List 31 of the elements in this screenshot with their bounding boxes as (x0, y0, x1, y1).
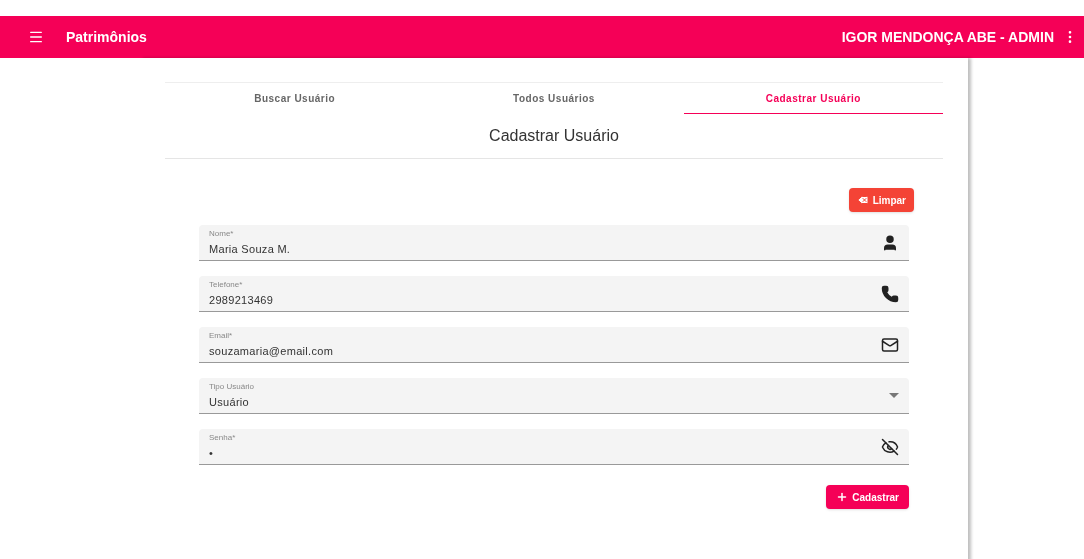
field-label: Tipo Usuário (209, 381, 256, 392)
tab[interactable]: Cadastrar Usuário (683, 83, 943, 114)
field-label: Telefone* (209, 279, 244, 290)
field-value: souzamaria@email.com (209, 343, 335, 359)
app-title: Patrimônios (66, 27, 147, 47)
field-value: Usuário (209, 394, 250, 410)
field-label: Email* (209, 330, 234, 341)
submit-button[interactable]: Cadastrar (826, 485, 909, 509)
field-label: Nome* (209, 228, 235, 239)
field-label: Senha* (209, 432, 237, 443)
person-icon (881, 233, 899, 252)
select-field[interactable]: Tipo Usuário Usuário (199, 378, 909, 414)
field-value: Maria Souza M. (209, 241, 292, 257)
clear-button[interactable]: Limpar (848, 188, 914, 212)
input-field[interactable]: Nome* Maria Souza M. (199, 225, 909, 261)
input-field[interactable]: Telefone* 2989213469 (199, 276, 909, 312)
tab[interactable]: Buscar Usuário (165, 83, 425, 114)
input-field[interactable]: Email* souzamaria@email.com (199, 327, 909, 363)
tab[interactable]: Todos Usuários (424, 83, 684, 114)
mail-icon (881, 335, 899, 354)
form-heading: Cadastrar Usuário (489, 126, 619, 146)
plus-icon (836, 491, 849, 503)
eye-off-icon (881, 437, 899, 456)
phone-icon (881, 284, 899, 303)
field-value: • (209, 445, 215, 461)
input-field[interactable]: Senha* • (199, 429, 909, 465)
user-name: IGOR MENDONÇA ABE - ADMIN (841, 27, 1054, 47)
dropdown-caret-icon (889, 393, 899, 398)
backspace-icon (856, 194, 869, 206)
menu-icon[interactable] (28, 29, 44, 45)
field-value: 2989213469 (209, 292, 275, 308)
